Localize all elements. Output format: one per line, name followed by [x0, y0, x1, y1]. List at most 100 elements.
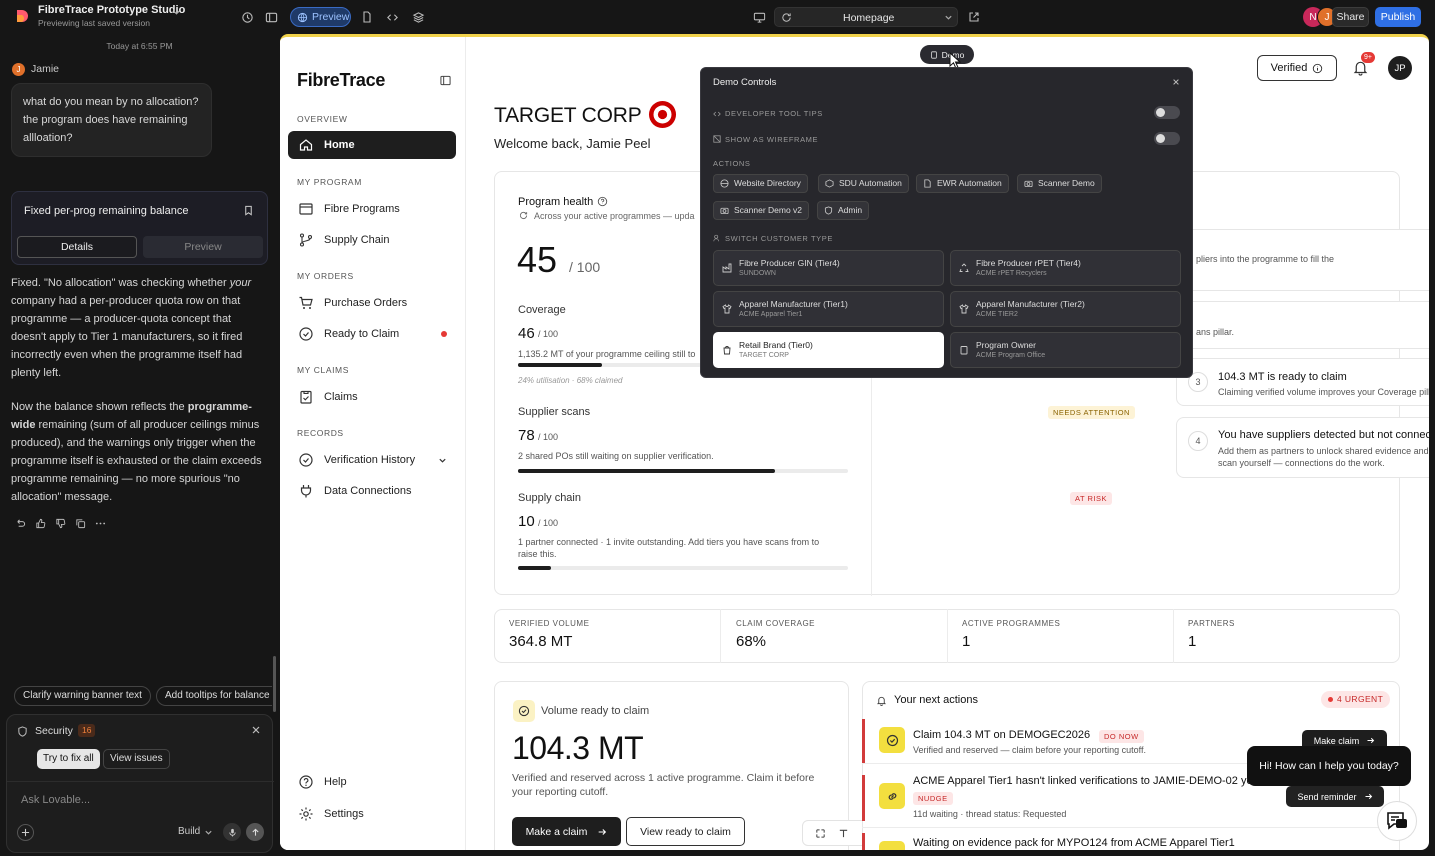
collapse-sidebar-icon[interactable] — [440, 75, 451, 86]
refresh-icon[interactable] — [781, 12, 792, 23]
thumbs-down-icon[interactable] — [55, 518, 66, 529]
thumbs-up-icon[interactable] — [35, 518, 46, 529]
sidebar-item-help[interactable]: Help — [288, 768, 456, 796]
action-website-directory[interactable]: Website Directory — [713, 174, 808, 193]
monitor-icon[interactable] — [752, 10, 766, 24]
customer-type-option[interactable]: Program Owner ACME Program Office — [950, 332, 1181, 368]
action-admin[interactable]: Admin — [817, 201, 870, 220]
stat-value: 68% — [736, 633, 767, 650]
sidebar-item-fibre-programs[interactable]: Fibre Programs — [288, 195, 456, 223]
suggestion-chip[interactable]: Add tooltips for balance — [156, 686, 272, 706]
verified-badge[interactable]: Verified — [1257, 55, 1337, 81]
user-message: what do you mean by no allocation? the p… — [11, 83, 212, 157]
coverage-note: 24% utilisation · 68% claimed — [518, 376, 623, 385]
view-ready-to-claim-button[interactable]: View ready to claim — [626, 817, 745, 846]
progress-track — [518, 566, 848, 570]
health-score-max: / 100 — [569, 259, 601, 275]
history-icon[interactable] — [240, 10, 254, 24]
suggestion-chip[interactable]: Clarify warning banner text — [14, 686, 151, 706]
chat-scrollbar[interactable] — [273, 656, 276, 712]
send-reminder-button[interactable]: Send reminder — [1286, 786, 1384, 807]
build-mode-select[interactable]: Build — [178, 826, 200, 837]
sidebar-item-data-connections[interactable]: Data Connections — [288, 477, 456, 505]
code-icon — [713, 111, 721, 117]
details-tab[interactable]: Details — [17, 236, 137, 258]
sidebar-item-purchase-orders[interactable]: Purchase Orders — [288, 289, 456, 317]
select-element-icon[interactable] — [815, 828, 826, 839]
step-number: 4 — [1188, 431, 1208, 451]
try-fix-all-button[interactable]: Try to fix all — [37, 749, 100, 769]
improvement-step[interactable]: pliers into the programme to fill the — [1176, 229, 1429, 291]
shopping-bag-icon — [723, 346, 731, 355]
action-scanner-demo[interactable]: Scanner Demo — [1017, 174, 1102, 193]
action-sdu-automation[interactable]: SDU Automation — [818, 174, 909, 193]
para-text: remaining (sum of all producer ceilings … — [11, 419, 262, 503]
close-icon[interactable] — [1172, 78, 1180, 86]
user-avatar[interactable]: JP — [1388, 56, 1412, 80]
sidebar-item-verification-history[interactable]: Verification History — [288, 446, 456, 474]
customer-type-option[interactable]: Apparel Manufacturer (Tier2) ACME TIER2 — [950, 291, 1181, 327]
improvement-step[interactable]: 4 You have suppliers detected but not co… — [1176, 417, 1429, 478]
sidebar-item-ready-to-claim[interactable]: Ready to Claim — [288, 320, 456, 348]
publish-button[interactable]: Publish — [1375, 7, 1421, 27]
customer-type-option-selected[interactable]: Retail Brand (Tier0) TARGET CORP — [713, 332, 944, 368]
copy-icon[interactable] — [75, 518, 86, 529]
clipboard-icon — [960, 346, 968, 355]
developer-tooltips-toggle[interactable] — [1154, 106, 1180, 119]
globe-icon — [720, 179, 729, 188]
make-a-claim-button[interactable]: Make a claim — [512, 817, 621, 846]
assistant-greeting-bubble[interactable]: Hi! How can I help you today? — [1247, 746, 1411, 786]
action-ewr-automation[interactable]: EWR Automation — [916, 174, 1009, 193]
external-link-icon[interactable] — [967, 10, 981, 24]
send-button[interactable] — [246, 823, 264, 841]
improvement-step[interactable]: ans pillar. — [1176, 301, 1429, 349]
undo-icon[interactable] — [15, 518, 26, 529]
program-health-title: Program health — [518, 196, 594, 208]
bookmark-icon[interactable] — [243, 205, 254, 216]
page-selector[interactable]: Homepage — [774, 7, 958, 27]
customer-type-option[interactable]: Apparel Manufacturer (Tier1) ACME Appare… — [713, 291, 944, 327]
action-scanner-demo-v2[interactable]: Scanner Demo v2 — [713, 201, 810, 220]
button-label: Make claim — [1313, 735, 1360, 746]
microphone-button[interactable] — [223, 823, 241, 841]
file-icon[interactable] — [360, 10, 374, 24]
sidebar-item-claims[interactable]: Claims — [288, 383, 456, 411]
sidebar-item-home[interactable]: Home — [288, 131, 456, 159]
security-count-badge: 16 — [78, 724, 96, 737]
next-actions-title: Your next actions — [894, 694, 978, 706]
preview-tab[interactable]: Preview — [143, 236, 263, 258]
sidebar-item-supply-chain[interactable]: Supply Chain — [288, 226, 456, 254]
action-label: EWR Automation — [937, 178, 1002, 188]
document-icon — [924, 179, 931, 188]
show-wireframe-toggle[interactable] — [1154, 132, 1180, 145]
close-icon[interactable] — [251, 725, 261, 735]
chevron-down-icon[interactable] — [170, 6, 182, 18]
switch-customer-type-label: SWITCH CUSTOMER TYPE — [725, 234, 833, 243]
share-button[interactable]: Share — [1332, 7, 1369, 27]
project-title[interactable]: FibreTrace Prototype Studio — [38, 4, 185, 16]
add-attachment-button[interactable] — [17, 824, 34, 841]
code-icon[interactable] — [385, 10, 399, 24]
customer-type-option[interactable]: Fibre Producer GIN (Tier4) SUNDOWN — [713, 250, 944, 286]
help-circle-icon[interactable] — [597, 196, 608, 207]
security-label: Security — [35, 725, 73, 737]
chat-input[interactable]: Ask Lovable... — [21, 794, 251, 806]
view-issues-button[interactable]: View issues — [103, 749, 170, 769]
layers-icon[interactable] — [411, 10, 425, 24]
action-row[interactable]: Waiting on evidence pack for MYPO124 fro… — [862, 833, 1400, 850]
preview-mode-button[interactable]: Preview — [290, 7, 351, 27]
stat-value: 1 — [962, 633, 971, 650]
improvement-step[interactable]: 3 104.3 MT is ready to claim Claiming ve… — [1176, 358, 1429, 406]
text-icon[interactable] — [838, 828, 849, 839]
ai-assistant-button[interactable] — [1377, 801, 1417, 841]
stat-label: PARTNERS — [1188, 619, 1235, 628]
message-actions — [15, 518, 106, 529]
customer-type-option[interactable]: Fibre Producer rPET (Tier4) ACME rPET Re… — [950, 250, 1181, 286]
sidebar-toggle-icon[interactable] — [264, 10, 278, 24]
chevron-down-icon[interactable] — [438, 456, 447, 465]
more-icon[interactable] — [95, 518, 106, 529]
fibretrace-logo: FibreTrace — [297, 70, 386, 90]
sidebar-item-settings[interactable]: Settings — [288, 800, 456, 828]
demo-toggle-button[interactable]: Demo — [920, 45, 974, 64]
book-icon — [299, 203, 313, 215]
